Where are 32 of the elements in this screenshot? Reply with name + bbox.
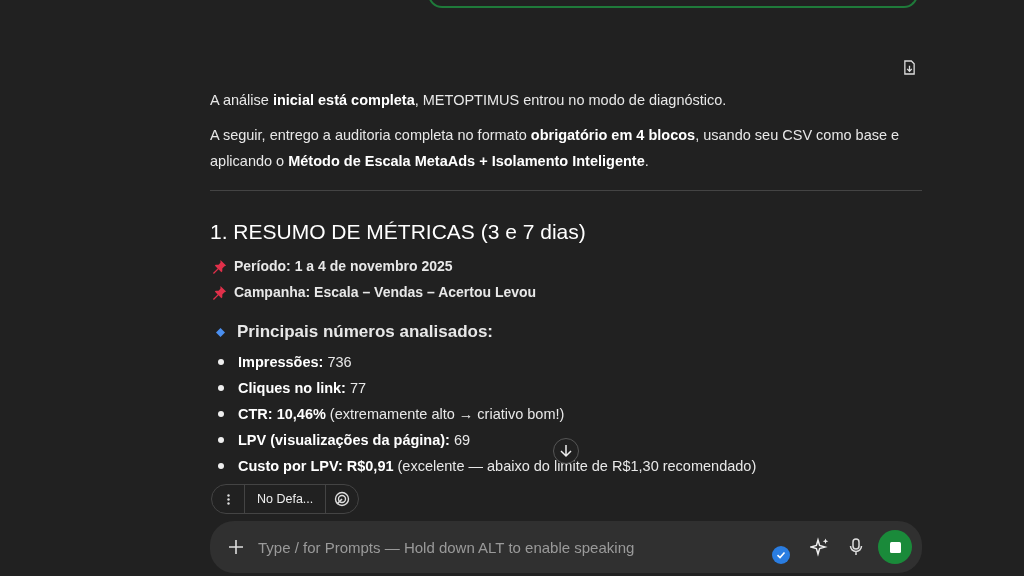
more-icon [226,493,230,505]
model-selector[interactable]: No Defa... [244,485,327,513]
pushpin-icon [212,284,227,300]
arrow-down-icon [559,444,573,458]
plus-icon [229,540,243,554]
paragraph: A seguir, entrego a auditoria completa no formato obrigatório em 4 blocos, usando seu CSV como base e aplicando o Método de Escala MetaAds + Isolamento Inteligente. [210,126,901,171]
pinned-note: Campanha: Escala – Vendas – Acertou Levou [234,284,537,300]
list-item: Custo por LPV: R$0,91 (excelente — abaixo do limite de R$1,30 recomendado) [238,458,757,474]
bullet-icon [218,463,224,469]
diamond-icon [216,327,225,337]
check-badge-icon [772,546,790,564]
list-item: Cliques no link: 77 [238,380,367,396]
pinned-note: Período: 1 a 4 de novembro 2025 [234,258,453,274]
bullet-icon [218,385,224,391]
paragraph: A análise inicial está completa, METOPTIMUS entrou no modo de diagnóstico. [210,91,728,110]
download-icon[interactable] [903,60,916,75]
microphone-icon [849,538,863,556]
section-heading: 1. RESUMO DE MÉTRICAS (3 e 7 dias) [210,219,587,245]
sparkle-icon [810,537,830,557]
stop-icon [889,541,901,553]
list-item: CTR: 10,46% (extremamente alto → criativo bom!) [238,406,565,422]
list-item: Impressões: 736 [238,354,352,370]
pushpin-icon [212,258,227,274]
prompt-input[interactable]: Type / for Prompts — Hold down ALT to enable speaking [256,537,772,557]
bullet-icon [218,411,224,417]
list-item: LPV (visualizações da página): 69 [238,432,471,448]
bullet-icon [218,359,224,365]
target-icon [334,491,351,507]
prompt-field[interactable]: Type / for Prompts — Hold down ALT to enable speaking [210,521,922,573]
stop-button[interactable] [878,530,912,564]
bullet-icon [218,437,224,443]
subheading: Principais números analisados: [237,322,494,342]
